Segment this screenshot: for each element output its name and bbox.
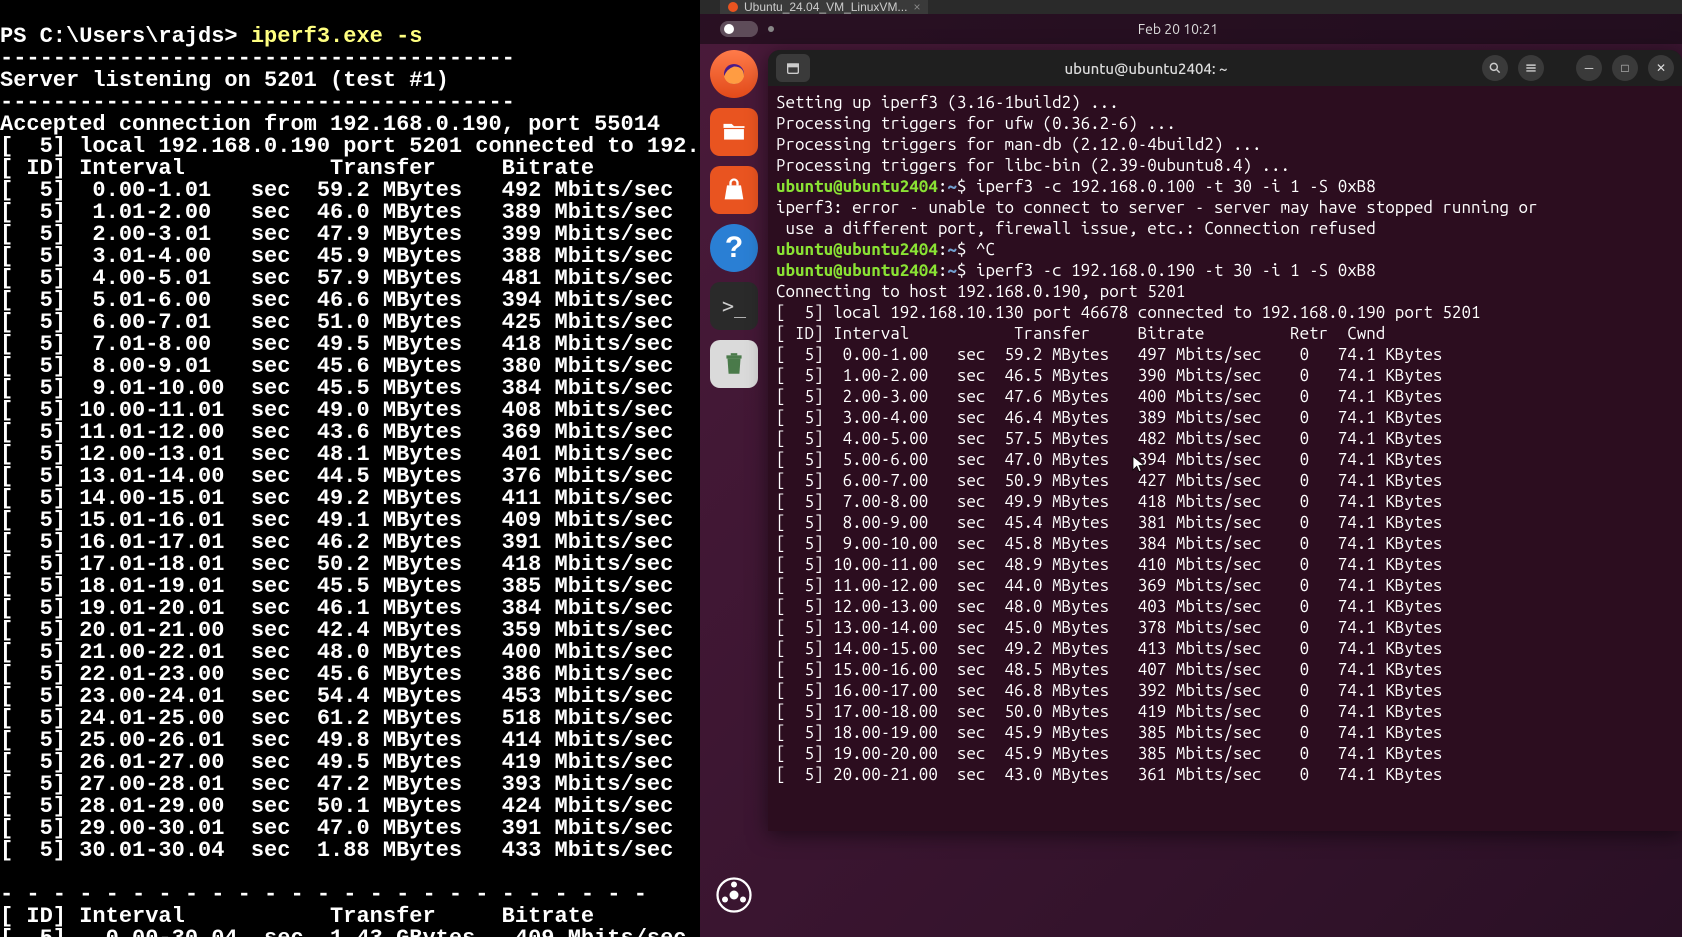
maximize-button[interactable]: □ (1612, 55, 1638, 81)
terminal-app-icon[interactable]: >_ (710, 282, 758, 330)
search-button[interactable] (1482, 55, 1508, 81)
trash-icon[interactable] (710, 340, 758, 388)
gnome-titlebar: ubuntu@ubuntu2404: ~ ─ □ ✕ (768, 50, 1682, 86)
gnome-terminal-window: ubuntu@ubuntu2404: ~ ─ □ ✕ Setting up ip… (768, 50, 1682, 831)
vm-tab-label: Ubuntu_24.04_VM_LinuxVM... (744, 0, 907, 14)
iperf-result-rows: [ 5] 0.00-1.01 sec 59.2 MBytes 492 Mbits… (0, 180, 700, 862)
windows-powershell-terminal[interactable]: PS C:\Users\rajds> iperf3.exe -s -------… (0, 0, 700, 937)
activities-toggle[interactable] (720, 21, 758, 37)
hamburger-menu-button[interactable] (1518, 55, 1544, 81)
new-tab-button[interactable] (776, 54, 810, 82)
vm-tab[interactable]: Ubuntu_24.04_VM_LinuxVM... × (720, 0, 928, 14)
workspace-dot-icon (768, 26, 774, 32)
terminal-body[interactable]: Setting up iperf3 (3.16-1build2) ... Pro… (768, 86, 1682, 791)
iperf-summary-partial: [ 5] 0.00-30.04 sec 1.43 GBytes 409 Mbit… (0, 926, 687, 937)
clock[interactable]: Feb 20 10:21 (1138, 21, 1219, 37)
close-button[interactable]: ✕ (1648, 55, 1674, 81)
ubuntu-icon (728, 2, 738, 12)
ubuntu-dock: ? >_ (706, 50, 762, 388)
terminal-title: ubuntu@ubuntu2404: ~ (820, 60, 1472, 77)
help-icon[interactable]: ? (710, 224, 758, 272)
minimize-button[interactable]: ─ (1576, 55, 1602, 81)
vm-tab-bar: Ubuntu_24.04_VM_LinuxVM... × (700, 0, 1682, 14)
ubuntu-desktop: Ubuntu_24.04_VM_LinuxVM... × Feb 20 10:2… (700, 0, 1682, 937)
close-icon[interactable]: × (913, 0, 920, 14)
firefox-icon[interactable] (710, 50, 758, 98)
files-icon[interactable] (710, 108, 758, 156)
software-store-icon[interactable] (710, 166, 758, 214)
show-apps-icon[interactable] (706, 871, 762, 919)
ubuntu-top-bar: Feb 20 10:21 (700, 14, 1682, 44)
